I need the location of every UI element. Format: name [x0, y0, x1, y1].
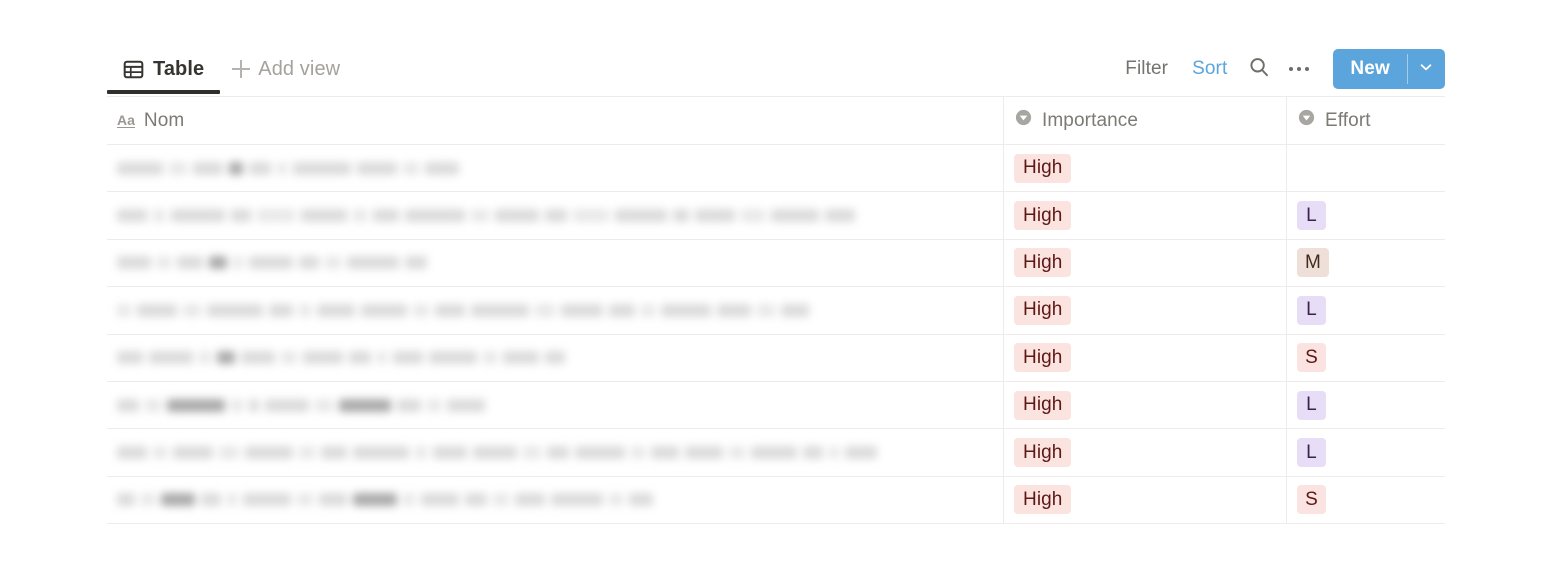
- table-icon: [123, 59, 144, 80]
- importance-tag: High: [1014, 485, 1072, 515]
- cell-name[interactable]: [107, 240, 1003, 286]
- new-dropdown-button[interactable]: [1407, 49, 1445, 89]
- table-row[interactable]: High L: [107, 192, 1445, 240]
- cell-effort[interactable]: L: [1286, 429, 1445, 476]
- redacted-name-text: [117, 253, 427, 273]
- cell-name[interactable]: [107, 287, 1003, 333]
- new-button[interactable]: New: [1333, 49, 1407, 89]
- cell-effort[interactable]: S: [1286, 476, 1445, 524]
- cell-effort[interactable]: L: [1286, 192, 1445, 239]
- cell-name[interactable]: [107, 429, 1003, 475]
- effort-tag: S: [1297, 485, 1326, 515]
- cell-effort[interactable]: M: [1286, 239, 1445, 287]
- column-header-name[interactable]: Aa Nom: [107, 97, 1003, 144]
- view-tab-table[interactable]: Table: [107, 44, 221, 94]
- importance-tag: High: [1014, 343, 1072, 373]
- table-header-row: Aa Nom Importance Effort: [107, 97, 1445, 145]
- effort-tag: L: [1297, 201, 1326, 231]
- plus-icon: [232, 60, 251, 78]
- importance-tag: High: [1014, 390, 1072, 420]
- redacted-name-text: [117, 300, 809, 320]
- view-actions: Filter Sort New: [1113, 44, 1445, 94]
- importance-tag: High: [1014, 248, 1072, 278]
- table-body: High High L High M High L High S High L High L High S: [107, 145, 1445, 525]
- view-toolbar: Table Add view Filter Sort New: [107, 44, 1445, 94]
- cell-importance[interactable]: High: [1003, 239, 1286, 287]
- select-type-icon: [1014, 108, 1033, 133]
- add-view-label: Add view: [258, 57, 341, 80]
- cell-importance[interactable]: High: [1003, 334, 1286, 381]
- column-header-name-label: Nom: [143, 109, 185, 131]
- effort-tag: L: [1297, 390, 1326, 420]
- redacted-name-text: [117, 206, 855, 226]
- column-header-importance-label: Importance: [1042, 109, 1139, 131]
- effort-tag: M: [1297, 248, 1329, 278]
- column-header-effort[interactable]: Effort: [1286, 97, 1445, 144]
- cell-importance[interactable]: High: [1003, 145, 1286, 192]
- importance-tag: High: [1014, 295, 1072, 325]
- cell-name[interactable]: [107, 192, 1003, 238]
- column-header-effort-label: Effort: [1325, 109, 1371, 131]
- cell-name[interactable]: [107, 382, 1003, 428]
- cell-name[interactable]: [107, 335, 1003, 381]
- importance-tag: High: [1014, 153, 1072, 183]
- cell-effort[interactable]: S: [1286, 334, 1445, 381]
- cell-importance[interactable]: High: [1003, 287, 1286, 334]
- data-table: Aa Nom Importance Effort High High L Hig…: [107, 96, 1445, 525]
- search-icon: [1247, 55, 1271, 84]
- cell-importance[interactable]: High: [1003, 429, 1286, 476]
- redacted-name-text: [117, 443, 877, 463]
- sort-button[interactable]: Sort: [1180, 58, 1239, 80]
- redacted-name-text: [117, 490, 653, 510]
- table-row[interactable]: High S: [107, 334, 1445, 382]
- more-options-button[interactable]: [1279, 51, 1319, 87]
- table-row[interactable]: High M: [107, 239, 1445, 288]
- chevron-down-icon: [1418, 59, 1434, 80]
- cell-name[interactable]: [107, 145, 1003, 191]
- cell-importance[interactable]: High: [1003, 476, 1286, 524]
- importance-tag: High: [1014, 201, 1072, 231]
- more-options-icon: [1289, 67, 1310, 71]
- cell-effort[interactable]: L: [1286, 381, 1445, 429]
- table-row[interactable]: High: [107, 145, 1445, 193]
- select-type-icon: [1297, 108, 1316, 133]
- redacted-name-text: [117, 158, 459, 178]
- text-type-icon: Aa: [117, 111, 135, 129]
- filter-button[interactable]: Filter: [1113, 58, 1180, 80]
- cell-importance[interactable]: High: [1003, 381, 1286, 429]
- cell-importance[interactable]: High: [1003, 192, 1286, 239]
- cell-effort[interactable]: L: [1286, 287, 1445, 334]
- new-button-group: New: [1333, 49, 1445, 89]
- redacted-name-text: [117, 395, 485, 415]
- database-table-view: Table Add view Filter Sort New Aa Nom Im…: [0, 0, 1552, 564]
- view-tab-label: Table: [153, 57, 205, 80]
- cell-effort[interactable]: [1286, 145, 1445, 192]
- cell-name[interactable]: [107, 477, 1003, 523]
- redacted-name-text: [117, 348, 565, 368]
- table-row[interactable]: High L: [107, 429, 1445, 477]
- importance-tag: High: [1014, 438, 1072, 468]
- table-row[interactable]: High L: [107, 381, 1445, 430]
- search-button[interactable]: [1239, 51, 1279, 87]
- effort-tag: L: [1297, 438, 1326, 468]
- table-row[interactable]: High L: [107, 287, 1445, 335]
- view-tab-list: Table Add view: [107, 44, 352, 94]
- effort-tag: S: [1297, 343, 1326, 373]
- add-view-button[interactable]: Add view: [220, 44, 352, 94]
- table-row[interactable]: High S: [107, 476, 1445, 525]
- effort-tag: L: [1297, 295, 1326, 325]
- column-header-importance[interactable]: Importance: [1003, 97, 1286, 144]
